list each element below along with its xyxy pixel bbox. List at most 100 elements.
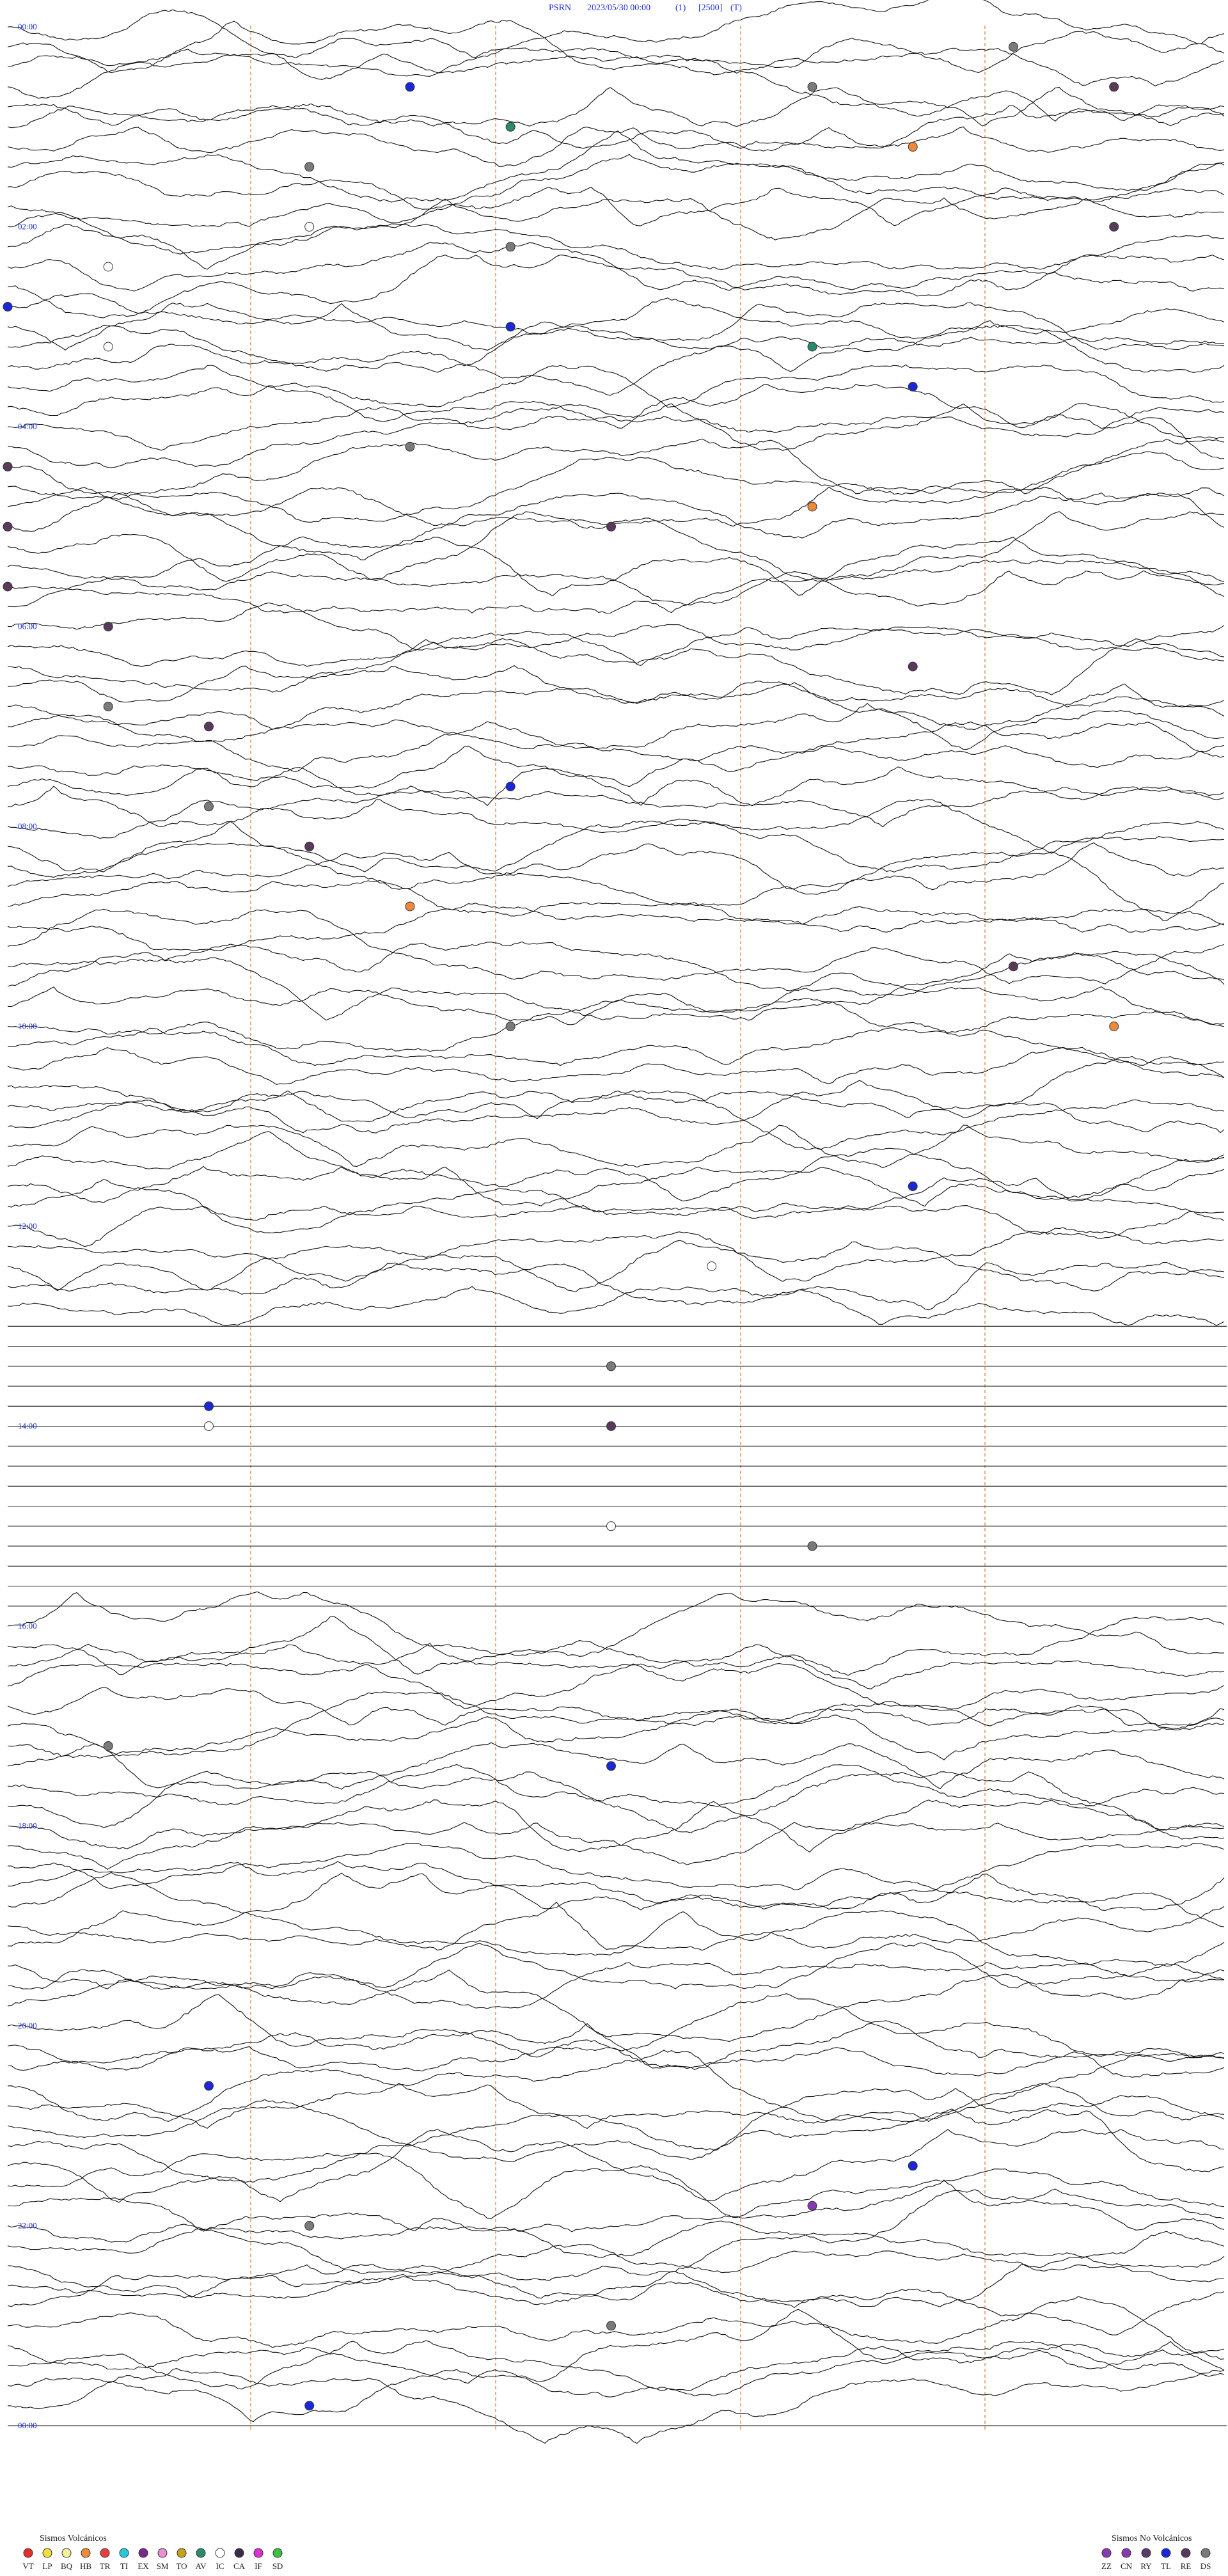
trace-row-38 bbox=[7, 766, 1225, 807]
hour-label: 02:00 bbox=[18, 222, 37, 232]
legend-code: IF bbox=[255, 2561, 262, 2571]
legend-item-if: IF bbox=[253, 2548, 264, 2571]
trace-row-92 bbox=[7, 1842, 1225, 1891]
legend-code: TL bbox=[1161, 2561, 1171, 2571]
legend-item-ic: IC bbox=[215, 2548, 225, 2571]
trace-row-31 bbox=[7, 626, 1225, 667]
trace-row-55 bbox=[7, 1090, 1225, 1150]
trace-row-53 bbox=[7, 1055, 1225, 1119]
helicorder-chart: PSRN 2023/05/30 00:00 (1) [2500] (T) 00:… bbox=[3, 0, 1227, 2571]
trace-row-56 bbox=[7, 1125, 1225, 1169]
trace-row-99 bbox=[7, 1969, 1225, 2043]
event-ds bbox=[103, 702, 113, 711]
trace-row-108 bbox=[7, 2153, 1225, 2219]
legend-swatch bbox=[119, 2548, 129, 2558]
event-tl bbox=[204, 1401, 214, 1411]
param3-label: (T) bbox=[730, 3, 742, 13]
trace-row-90 bbox=[7, 1799, 1225, 1853]
legend-volcanic: Sismos Volcánicos VT LP BQ HB TR TI EX SM TO AV IC… bbox=[22, 2534, 283, 2571]
event-hb bbox=[908, 142, 918, 152]
hour-labels: 00:00 02:00 04:00 06:00 08:00 10:00 12:00 14:00… bbox=[18, 22, 37, 2430]
legend-code: SM bbox=[157, 2561, 169, 2571]
event-re bbox=[606, 521, 616, 532]
legend-code: IC bbox=[216, 2561, 224, 2571]
trace-row-64 bbox=[7, 1286, 1225, 1326]
trace-row-18 bbox=[7, 364, 1225, 408]
event-ds bbox=[304, 2221, 315, 2231]
param1-label: (1) bbox=[675, 3, 686, 13]
event-tl bbox=[505, 322, 516, 332]
trace-row-2 bbox=[7, 47, 1225, 87]
legend-swatch bbox=[1101, 2548, 1112, 2558]
trace-row-84 bbox=[7, 1687, 1225, 1727]
trace-row-32 bbox=[7, 638, 1225, 696]
event-av bbox=[807, 342, 817, 352]
trace-row-40 bbox=[7, 799, 1225, 854]
legend-swatch bbox=[196, 2548, 206, 2558]
trace-row-83 bbox=[7, 1663, 1225, 1710]
trace-row-3 bbox=[7, 53, 1225, 122]
trace-row-93 bbox=[7, 1861, 1225, 1911]
legend-item-ry: RY bbox=[1140, 2548, 1152, 2571]
hour-label: 20:00 bbox=[18, 2021, 37, 2030]
trace-row-106 bbox=[7, 2108, 1225, 2183]
trace-row-62 bbox=[7, 1240, 1225, 1293]
trace-row-26 bbox=[7, 511, 1224, 582]
event-re bbox=[304, 841, 315, 851]
trace-row-58 bbox=[7, 1166, 1225, 1207]
trace-row-1 bbox=[7, 19, 1225, 74]
trace-row-16 bbox=[7, 320, 1225, 373]
trace-row-24 bbox=[7, 486, 1225, 527]
trace-row-42 bbox=[7, 842, 1225, 890]
datetime-label: 2023/05/30 00:00 bbox=[587, 3, 650, 13]
legend-item-re: RE bbox=[1181, 2548, 1191, 2571]
event-tl bbox=[908, 1181, 918, 1191]
trace-row-45 bbox=[7, 902, 1225, 951]
event-tl bbox=[908, 382, 918, 391]
trace-row-47 bbox=[7, 941, 1225, 992]
legend-swatch bbox=[23, 2548, 33, 2558]
trace-row-19 bbox=[7, 384, 1225, 429]
legend-nonvolcanic: Sismos No Volcánicos ZZ CN RY TL RE DS bbox=[1101, 2534, 1211, 2571]
trace-row-5 bbox=[7, 105, 1225, 149]
event-re bbox=[3, 462, 13, 471]
event-re bbox=[1109, 222, 1119, 232]
hour-label: 22:00 bbox=[18, 2221, 37, 2231]
legend-swatch bbox=[272, 2548, 283, 2558]
trace-row-22 bbox=[7, 438, 1225, 494]
trace-row-28 bbox=[7, 559, 1225, 614]
event-ds bbox=[405, 441, 415, 452]
hour-label: 12:00 bbox=[18, 1221, 37, 1231]
event-markers bbox=[3, 42, 1119, 2411]
legend-code: TI bbox=[120, 2561, 128, 2571]
legend-code: CA bbox=[233, 2561, 246, 2571]
event-re bbox=[3, 521, 13, 532]
trace-row-85 bbox=[7, 1691, 1225, 1760]
event-ic bbox=[707, 1261, 717, 1271]
event-re bbox=[1009, 961, 1018, 972]
trace-row-95 bbox=[7, 1901, 1225, 1951]
trace-row-13 bbox=[7, 255, 1225, 319]
legend-code: LP bbox=[42, 2561, 52, 2571]
minute-markers bbox=[250, 26, 986, 2430]
trace-row-12 bbox=[7, 242, 1225, 292]
event-ds bbox=[807, 1541, 817, 1551]
trace-row-96 bbox=[7, 1910, 1225, 1967]
trace-row-59 bbox=[7, 1177, 1225, 1233]
legend-swatch bbox=[157, 2548, 168, 2558]
trace-row-118 bbox=[7, 2349, 1225, 2422]
legend-item-lp: LP bbox=[42, 2548, 52, 2571]
legend-code: TR bbox=[100, 2561, 111, 2571]
legend-item-vt: VT bbox=[22, 2548, 34, 2571]
trace-row-119 bbox=[7, 2367, 1225, 2444]
trace-row-9 bbox=[7, 186, 1225, 228]
legend-swatch bbox=[215, 2548, 225, 2558]
trace-row-54 bbox=[7, 1080, 1225, 1134]
legend-code: EX bbox=[138, 2561, 149, 2571]
legend-swatch bbox=[138, 2548, 148, 2558]
hour-label: 00:00 bbox=[18, 22, 37, 31]
trace-row-29 bbox=[7, 570, 1225, 608]
event-ds bbox=[505, 1022, 516, 1031]
legend-code: RY bbox=[1140, 2561, 1152, 2571]
legend-swatch bbox=[1121, 2548, 1131, 2558]
